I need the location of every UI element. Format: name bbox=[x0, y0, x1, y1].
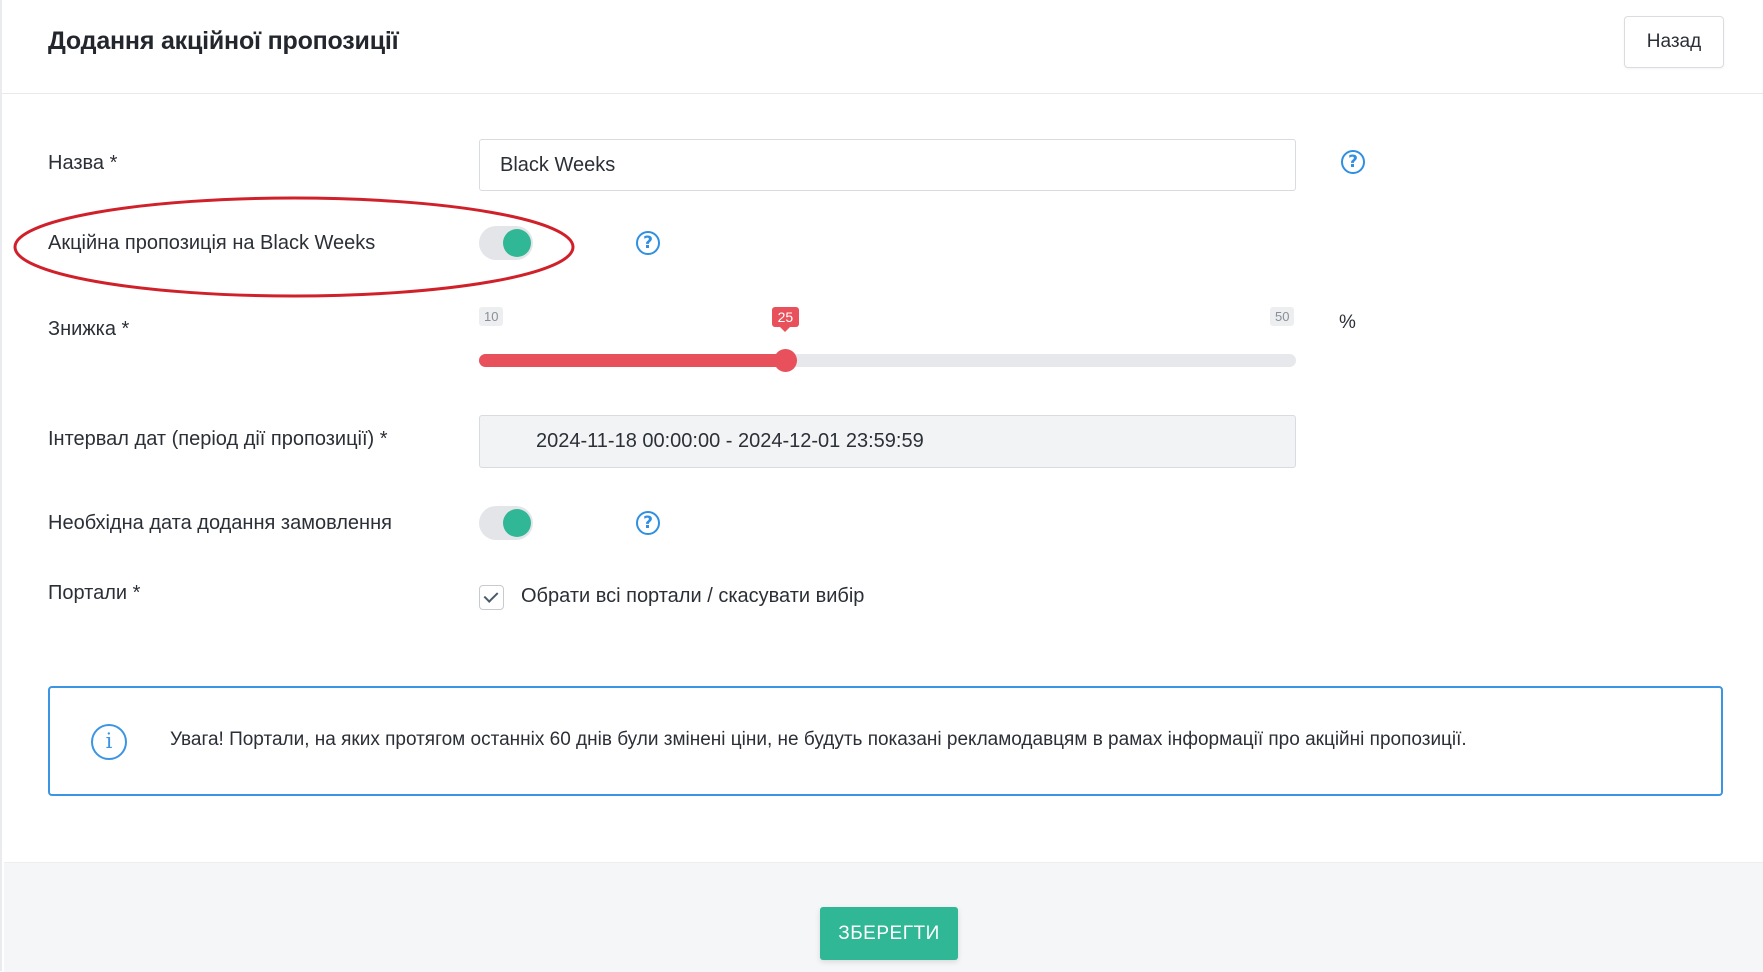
alert-text: Увага! Портали, на яких протягом останні… bbox=[170, 729, 1467, 750]
slider-min-label: 10 bbox=[479, 307, 504, 326]
toggle-knob bbox=[503, 229, 531, 257]
name-input[interactable] bbox=[479, 139, 1296, 191]
page-header: Додання акційної пропозиції Назад bbox=[2, 0, 1763, 94]
black-weeks-toggle[interactable] bbox=[479, 226, 533, 260]
date-range-input[interactable]: 2024-11-18 00:00:00 - 2024-12-01 23:59:5… bbox=[479, 415, 1296, 468]
black-weeks-help-icon[interactable]: ? bbox=[636, 231, 660, 255]
date-range-label: Інтервал дат (період дії пропозиції) * bbox=[48, 428, 388, 450]
form-card: Додання акційної пропозиції Назад Назва … bbox=[0, 0, 1763, 972]
slider-value-badge: 25 bbox=[771, 307, 800, 332]
info-circle-icon: i bbox=[91, 724, 127, 760]
back-button[interactable]: Назад bbox=[1624, 16, 1724, 68]
name-label: Назва * bbox=[48, 152, 118, 174]
discount-label: Знижка * bbox=[48, 318, 130, 340]
name-help-icon[interactable]: ? bbox=[1341, 150, 1365, 174]
select-all-portals-checkbox[interactable] bbox=[479, 585, 504, 610]
order-date-label: Необхідна дата додання замовлення bbox=[48, 512, 392, 534]
slider-thumb[interactable] bbox=[774, 349, 798, 372]
save-button[interactable]: ЗБЕРЕГТИ bbox=[820, 907, 958, 960]
slider-fill bbox=[479, 354, 786, 367]
percent-unit: % bbox=[1339, 312, 1356, 333]
order-date-toggle[interactable] bbox=[479, 506, 533, 540]
slider-max-label: 50 bbox=[1270, 307, 1295, 326]
form-footer: ЗБЕРЕГТИ bbox=[4, 862, 1763, 972]
select-all-portals-label[interactable]: Обрати всі портали / скасувати вибір bbox=[521, 585, 864, 608]
discount-slider[interactable] bbox=[479, 349, 1296, 372]
page-title: Додання акційної пропозиції bbox=[48, 27, 399, 55]
black-weeks-label: Акційна пропозиція на Black Weeks bbox=[48, 232, 376, 254]
portals-label: Портали * bbox=[48, 582, 141, 604]
order-date-help-icon[interactable]: ? bbox=[636, 511, 660, 535]
toggle-knob bbox=[503, 509, 531, 537]
info-alert: i Увага! Портали, на яких протягом остан… bbox=[48, 686, 1723, 796]
